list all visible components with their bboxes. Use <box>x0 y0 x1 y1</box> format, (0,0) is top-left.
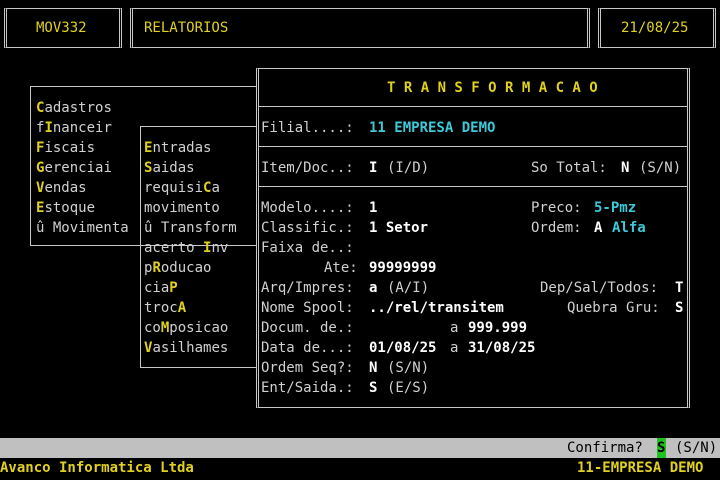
ordem-seq-field[interactable]: N <box>369 358 377 378</box>
confirm-label: Confirma? <box>567 440 643 456</box>
main_menu-hotkey: I <box>44 120 53 136</box>
ent-saida-field[interactable]: S <box>369 378 377 398</box>
main_menu-label: erenciai <box>44 160 112 176</box>
main_menu-item[interactable]: Estoque <box>36 198 95 218</box>
filial-field[interactable]: 11 EMPRESA DEMO <box>369 118 495 138</box>
main_menu-label: adastros <box>44 100 112 116</box>
sub_menu-label: troc <box>144 300 178 316</box>
sub_menu-label: a <box>211 180 220 196</box>
sub_menu-item[interactable]: Entradas <box>144 138 211 158</box>
dialog-divider <box>259 146 687 147</box>
main_menu-item[interactable]: Gerenciai <box>36 158 112 178</box>
arq-impres-field[interactable]: a <box>369 278 377 298</box>
main_menu-label: endas <box>44 180 87 196</box>
sub_menu-label: movimento <box>144 200 220 216</box>
ate-label: Ate: <box>324 260 358 276</box>
confirm-field[interactable]: S <box>657 438 666 458</box>
ordem-field[interactable]: A <box>594 218 602 238</box>
classific-field[interactable]: 1 Setor <box>369 218 428 238</box>
filial-label: Filial....: <box>261 120 354 136</box>
ordem-description: Alfa <box>612 220 646 236</box>
preco-field[interactable]: 5-Pmz <box>594 198 636 218</box>
sub_menu-label: posicao <box>169 320 229 336</box>
modelo-label: Modelo....: <box>261 200 354 216</box>
sub_menu-item[interactable]: trocA <box>144 298 186 318</box>
sub_menu-item[interactable]: acerto Inv <box>144 238 228 258</box>
main_menu-label: stoque <box>44 200 96 216</box>
main_menu-item[interactable]: Vendas <box>36 178 87 198</box>
docum-label: Docum. de.: <box>261 320 354 336</box>
modelo-field[interactable]: 1 <box>369 198 377 218</box>
main_menu-item[interactable]: fInanceir <box>36 118 112 138</box>
dialog-divider <box>259 106 687 107</box>
sub_menu-label: cia <box>144 280 170 296</box>
dialog-title: T R A N S F O R M A C A O <box>387 80 598 96</box>
header-date: 21/08/25 <box>621 20 689 36</box>
main_menu-label: nanceir <box>52 120 112 136</box>
footer-branch: 11-EMPRESA DEMO <box>577 460 704 476</box>
ent-saida-label: Ent/Saida.: <box>261 380 354 396</box>
sub_menu-item[interactable]: coMposicao <box>144 318 228 338</box>
data-de-label: Data de...: <box>261 340 354 356</box>
main_menu-item[interactable]: Cadastros <box>36 98 112 118</box>
sub_menu-item[interactable]: pRoducao <box>144 258 211 278</box>
nome-spool-label: Nome Spool: <box>261 300 354 316</box>
sub_menu-item[interactable]: Vasilhames <box>144 338 228 358</box>
sub_menu-label: ntradas <box>152 140 212 156</box>
docum-to-field[interactable]: 999.999 <box>468 318 527 338</box>
sub_menu-item[interactable]: movimento <box>144 198 220 218</box>
sub_menu-label: co <box>144 320 161 336</box>
sub_menu-label: û Transform <box>144 220 237 236</box>
so-total-hint: (S/N) <box>639 160 682 176</box>
sub_menu-item[interactable]: û Transform <box>144 218 237 238</box>
sub_menu-label: requisi <box>144 180 204 196</box>
main_menu-item[interactable]: Fiscais <box>36 138 95 158</box>
sub_menu-label: aidas <box>152 160 195 176</box>
docum-a-label: a <box>450 320 459 336</box>
item-doc-hint: (I/D) <box>387 160 430 176</box>
ate-field[interactable]: 99999999 <box>369 258 436 278</box>
data-a-label: a <box>450 340 459 356</box>
preco-label: Preco: <box>531 200 582 216</box>
footer-company: Avanco Informatica Ltda <box>0 460 194 476</box>
nome-spool-field[interactable]: ../rel/transitem <box>369 298 504 318</box>
faixa-label: Faixa de..: <box>261 240 354 256</box>
sub_menu-label: nv <box>211 240 229 256</box>
confirm-hint: (S/N) <box>675 440 718 456</box>
sub_menu-hotkey: P <box>169 280 178 296</box>
quebra-gru-label: Quebra Gru: <box>567 300 660 316</box>
classific-label: Classific.: <box>261 220 354 236</box>
item-doc-label: Item/Doc..: <box>261 160 354 176</box>
sub_menu-label: asilhames <box>152 340 229 356</box>
screen-title: RELATORIOS <box>144 20 229 36</box>
arq-impres-hint: (A/I) <box>387 280 430 296</box>
dep-sal-todos-label: Dep/Sal/Todos: <box>540 280 659 296</box>
dialog-divider <box>259 186 687 187</box>
sub_menu-item[interactable]: requisiCa <box>144 178 220 198</box>
program-code: MOV332 <box>36 20 87 36</box>
sub_menu-item[interactable]: ciaP <box>144 278 178 298</box>
data-to-field[interactable]: 31/08/25 <box>468 338 535 358</box>
ordem-label: Ordem: <box>531 220 582 236</box>
main_menu-label: û Movimenta <box>36 220 129 236</box>
ordem-seq-label: Ordem Seq?: <box>261 360 354 376</box>
sub_menu-hotkey: R <box>152 260 161 276</box>
sub_menu-item[interactable]: Saidas <box>144 158 195 178</box>
sub_menu-hotkey: A <box>177 300 187 316</box>
sub_menu-label: oducao <box>160 260 212 276</box>
item-doc-field[interactable]: I <box>369 158 377 178</box>
so-total-field[interactable]: N <box>621 158 629 178</box>
main_menu-label: iscais <box>44 140 96 156</box>
data-from-field[interactable]: 01/08/25 <box>369 338 436 358</box>
ordem-seq-hint: (S/N) <box>387 360 430 376</box>
dep-sal-todos-field[interactable]: T <box>675 278 683 298</box>
sub_menu-label: acerto <box>144 240 204 256</box>
main_menu-item[interactable]: û Movimenta <box>36 218 129 238</box>
quebra-gru-field[interactable]: S <box>675 298 683 318</box>
ent-saida-hint: (E/S) <box>387 380 430 396</box>
arq-impres-label: Arq/Impres: <box>261 280 354 296</box>
so-total-label: So Total: <box>531 160 607 176</box>
